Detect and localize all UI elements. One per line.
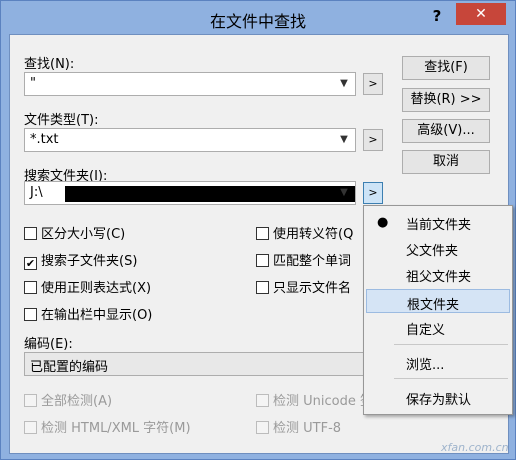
replace-button[interactable]: 替换(R) >>: [402, 88, 490, 112]
folder-context-menu: ● 当前文件夹 父文件夹 祖父文件夹 根文件夹 自定义 浏览... 保存为默认: [363, 205, 513, 415]
advanced-button[interactable]: 高级(V)...: [402, 119, 490, 143]
menu-item-label: 保存为默认: [406, 393, 472, 408]
file-types-value: *.txt: [30, 132, 59, 147]
checkbox-box[interactable]: [24, 308, 37, 321]
search-folder-combobox[interactable]: J:\ ▼: [24, 181, 356, 205]
menu-item-label: 祖父文件夹: [406, 270, 472, 285]
chevron-down-icon[interactable]: ▼: [337, 133, 351, 147]
detect-all-checkbox: 全部检测(A): [24, 390, 112, 409]
subfolders-checkbox[interactable]: ✔ 搜索子文件夹(S): [24, 250, 137, 270]
show-in-output-label: 在输出栏中显示(O): [41, 308, 153, 323]
menu-item-root-folder[interactable]: 根文件夹: [366, 289, 510, 313]
menu-item-browse[interactable]: 浏览...: [366, 350, 510, 374]
menu-item-label: 浏览...: [406, 358, 445, 373]
detect-html-label: 检测 HTML/XML 字符(M): [41, 421, 191, 436]
encoding-combobox[interactable]: 已配置的编码: [24, 352, 369, 376]
find-in-files-dialog: 在文件中查找 ? ✕ 查找(N): " ▼ > 文件类型(T): *.txt ▼…: [0, 0, 516, 460]
detect-html-checkbox: 检测 HTML/XML 字符(M): [24, 417, 191, 436]
subfolders-label: 搜索子文件夹(S): [41, 254, 138, 269]
filenames-only-checkbox[interactable]: 只显示文件名: [256, 277, 351, 296]
watermark: xfan.com.cn: [441, 441, 509, 454]
cancel-button[interactable]: 取消: [402, 150, 490, 174]
detect-unicode-label: 检测 Unicode 签: [273, 394, 373, 409]
search-folder-value: J:\: [30, 185, 43, 200]
menu-item-label: 父文件夹: [406, 244, 459, 259]
escape-checkbox[interactable]: 使用转义符(Q: [256, 223, 353, 242]
checkbox-box[interactable]: [256, 254, 269, 267]
find-combobox[interactable]: " ▼: [24, 72, 356, 96]
menu-item-label: 根文件夹: [407, 298, 460, 313]
find-label: 查找(N):: [24, 57, 75, 72]
menu-item-custom[interactable]: 自定义: [366, 315, 510, 339]
title-bar: 在文件中查找 ? ✕: [1, 1, 515, 35]
checkbox-box[interactable]: [24, 227, 37, 240]
checkbox-box: [256, 394, 269, 407]
chevron-down-icon[interactable]: ▼: [337, 77, 351, 91]
escape-label: 使用转义符(Q: [273, 227, 354, 242]
detect-utf8-checkbox: 检测 UTF-8: [256, 417, 341, 436]
redacted-path: [65, 186, 355, 202]
detect-unicode-checkbox: 检测 Unicode 签: [256, 390, 373, 409]
find-value: ": [30, 76, 36, 91]
find-button[interactable]: 查找(F): [402, 56, 490, 80]
whole-word-checkbox[interactable]: 匹配整个单词: [256, 250, 351, 269]
close-button[interactable]: ✕: [456, 3, 506, 25]
help-button[interactable]: ?: [427, 5, 447, 27]
checkbox-box[interactable]: [256, 227, 269, 240]
check-icon[interactable]: ✔: [24, 257, 37, 270]
checkbox-box[interactable]: [256, 281, 269, 294]
menu-item-label: 自定义: [406, 323, 446, 338]
detect-utf8-label: 检测 UTF-8: [273, 421, 342, 436]
search-folder-expand-button[interactable]: >: [363, 182, 383, 204]
encoding-label: 编码(E):: [24, 337, 73, 352]
match-case-label: 区分大小写(C): [41, 227, 126, 242]
menu-item-grandparent-folder[interactable]: 祖父文件夹: [366, 262, 510, 286]
checkbox-box: [256, 421, 269, 434]
checkbox-box: [24, 394, 37, 407]
whole-word-label: 匹配整个单词: [273, 254, 352, 269]
encoding-value: 已配置的编码: [30, 360, 109, 375]
menu-item-save-default[interactable]: 保存为默认: [366, 385, 510, 409]
menu-item-current-folder[interactable]: ● 当前文件夹: [366, 210, 510, 234]
file-types-expand-button[interactable]: >: [363, 129, 383, 151]
regex-label: 使用正则表达式(X): [41, 281, 152, 296]
detect-all-label: 全部检测(A): [41, 394, 113, 409]
filenames-only-label: 只显示文件名: [273, 281, 352, 296]
file-types-combobox[interactable]: *.txt ▼: [24, 128, 356, 152]
menu-item-parent-folder[interactable]: 父文件夹: [366, 236, 510, 260]
regex-checkbox[interactable]: 使用正则表达式(X): [24, 277, 151, 296]
checkbox-box[interactable]: [24, 281, 37, 294]
bullet-icon: ●: [377, 215, 389, 230]
checkbox-box: [24, 421, 37, 434]
menu-separator: [394, 378, 508, 379]
find-expand-button[interactable]: >: [363, 73, 383, 95]
menu-item-label: 当前文件夹: [406, 218, 472, 233]
file-types-label: 文件类型(T):: [24, 113, 99, 128]
show-in-output-checkbox[interactable]: 在输出栏中显示(O): [24, 304, 152, 323]
chevron-down-icon[interactable]: ▼: [337, 186, 351, 200]
match-case-checkbox[interactable]: 区分大小写(C): [24, 223, 125, 242]
menu-separator: [394, 344, 508, 345]
